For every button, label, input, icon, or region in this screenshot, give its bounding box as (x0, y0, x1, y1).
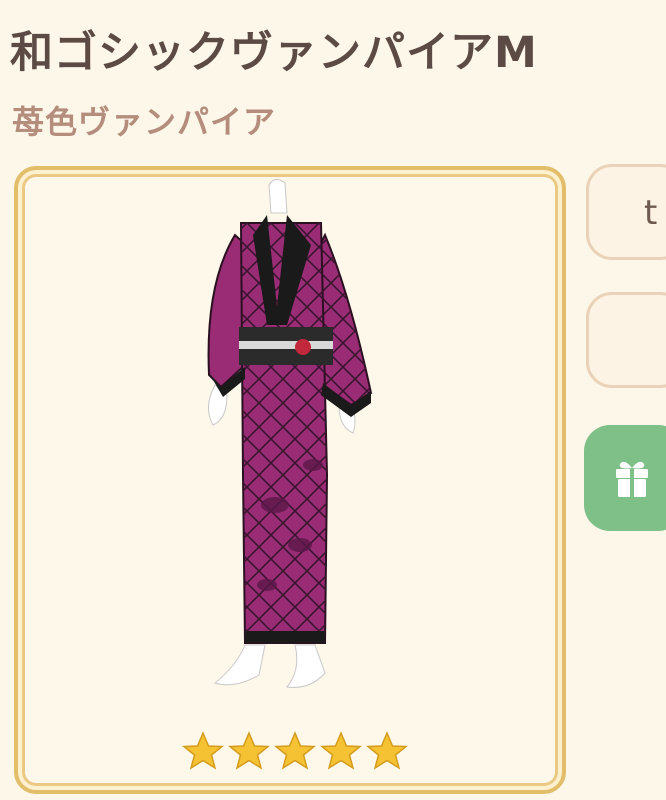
star-icon (181, 731, 225, 770)
item-subtitle: 苺色ヴァンパイア (12, 103, 277, 141)
gift-button[interactable] (584, 425, 666, 531)
kimono-outfit-image (207, 179, 373, 688)
star-icon (227, 731, 271, 770)
gift-icon (616, 461, 648, 497)
item-name: 和ゴシックヴァンパイアM (10, 28, 538, 78)
side-button-2[interactable] (586, 292, 666, 388)
star-icon (319, 731, 363, 770)
side-button-1[interactable]: t (586, 164, 666, 260)
side-button-1-label: t (644, 193, 658, 233)
star-icon (273, 731, 317, 770)
star-icon (365, 731, 409, 770)
rarity-stars (181, 731, 409, 770)
